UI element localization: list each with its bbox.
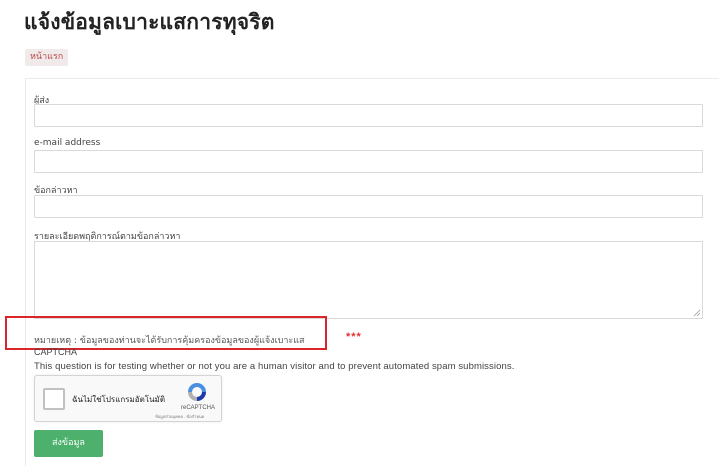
- recaptcha-label: ฉันไม่ใช่โปรแกรมอัตโนมัติ: [72, 395, 166, 404]
- recaptcha-logo-icon: [188, 383, 206, 401]
- highlight-box: [5, 316, 327, 350]
- email-label: e-mail address: [34, 138, 101, 148]
- captcha-description: This question is for testing whether or …: [34, 361, 515, 372]
- recaptcha-widget: ฉันไม่ใช่โปรแกรมอัตโนมัติ reCAPTCHA ข้อม…: [34, 375, 222, 422]
- sender-input[interactable]: [34, 104, 703, 127]
- required-asterisks: ***: [346, 331, 362, 343]
- submit-button[interactable]: ส่งข้อมูล: [34, 430, 103, 457]
- recaptcha-checkbox[interactable]: [43, 388, 65, 410]
- details-textarea[interactable]: [34, 241, 703, 319]
- recaptcha-brand: reCAPTCHA: [181, 405, 216, 411]
- page-title: แจ้งข้อมูลเบาะแสการทุจริต: [24, 10, 275, 34]
- captcha-title: CAPTCHA: [34, 347, 78, 357]
- email-input[interactable]: [34, 150, 703, 173]
- breadcrumb-home[interactable]: หน้าแรก: [25, 49, 69, 66]
- resize-grip-icon[interactable]: [693, 309, 701, 317]
- recaptcha-links[interactable]: ข้อมูลส่วนบุคคล - ข้อกำหนด: [155, 413, 204, 420]
- subject-input[interactable]: [34, 195, 703, 218]
